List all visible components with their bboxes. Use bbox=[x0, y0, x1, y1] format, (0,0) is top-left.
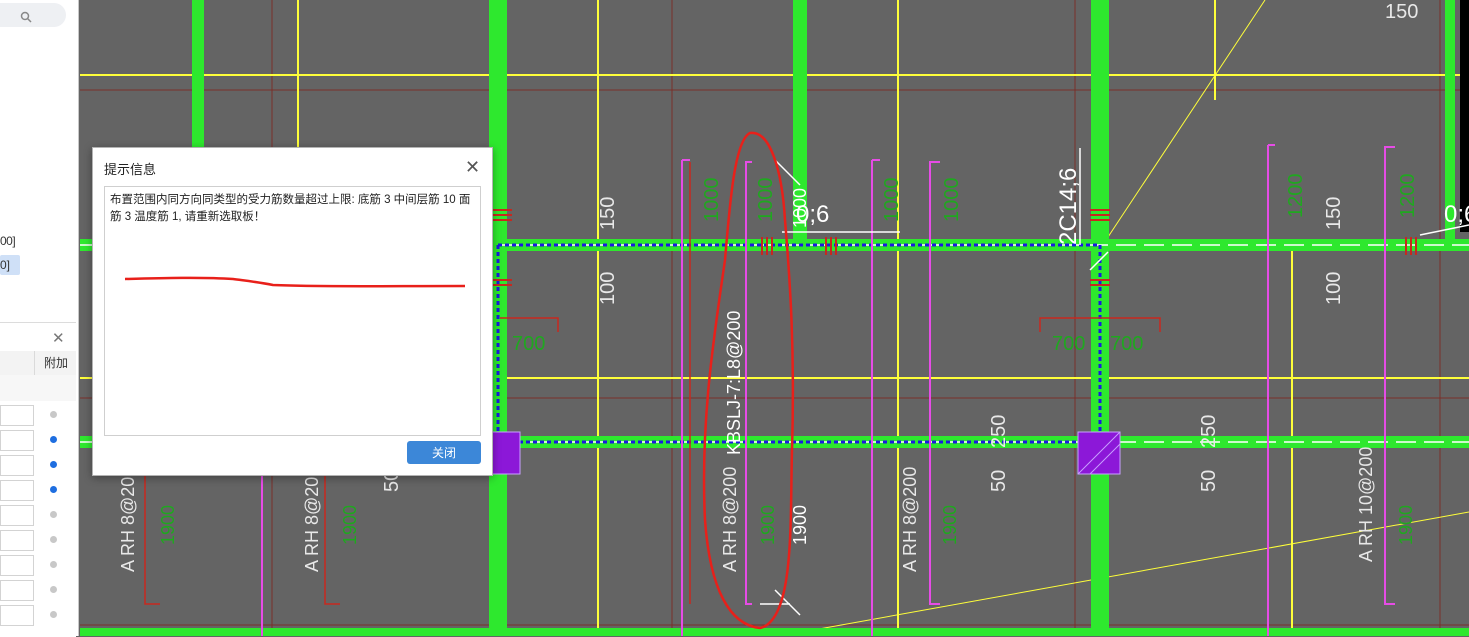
dim-green-1200: 1200 bbox=[1397, 174, 1419, 219]
dim-700: 700 bbox=[1110, 333, 1143, 355]
tree-item-label[interactable]: 00] bbox=[0, 234, 16, 248]
dim-700: 700 bbox=[512, 333, 545, 355]
property-row bbox=[0, 603, 76, 628]
property-table-header: 附加 bbox=[0, 351, 76, 376]
rebar-label: 2C14;6 bbox=[1055, 168, 1082, 245]
property-value-field[interactable] bbox=[0, 505, 34, 526]
dim-green-1200: 1200 bbox=[1285, 174, 1307, 219]
addon-radio[interactable] bbox=[50, 411, 57, 418]
property-value-field[interactable] bbox=[0, 555, 34, 576]
property-table-subheader bbox=[0, 375, 76, 401]
bar-label: A RH 8@200 bbox=[302, 467, 322, 572]
dim-150: 150 bbox=[1323, 197, 1345, 230]
rebar-label: 0;6 bbox=[1444, 201, 1469, 228]
property-row bbox=[0, 528, 76, 553]
dim-green-1000: 1000 bbox=[755, 178, 777, 223]
dim-700: 700 bbox=[1052, 333, 1085, 355]
property-row bbox=[0, 578, 76, 603]
close-button[interactable]: 关闭 bbox=[407, 441, 481, 464]
tree-item-selected[interactable]: 0] bbox=[0, 255, 20, 275]
property-row bbox=[0, 553, 76, 578]
bar-label: A RH 10@200 bbox=[1356, 447, 1376, 562]
dim-1900: 1900 bbox=[758, 505, 778, 545]
addon-radio[interactable] bbox=[50, 586, 57, 593]
dim-50: 50 bbox=[1198, 470, 1220, 492]
addon-radio[interactable] bbox=[50, 436, 57, 443]
dim-1900: 1900 bbox=[790, 505, 810, 545]
property-value-field[interactable] bbox=[0, 455, 34, 476]
dim-green-1000: 1000 bbox=[701, 178, 723, 223]
column-header-addon: 附加 bbox=[34, 351, 77, 375]
dialog-title: 提示信息 bbox=[104, 162, 157, 177]
message-dialog: 提示信息 ✕ 布置范围内同方向同类型的受力筋数量超过上限: 底筋 3 中间层筋 … bbox=[92, 147, 493, 476]
search-box[interactable] bbox=[0, 3, 66, 27]
rebar-label: 0;6 bbox=[796, 201, 829, 228]
red-underline-annotation bbox=[124, 276, 466, 288]
dim-1900: 1900 bbox=[1396, 505, 1416, 545]
dim-100: 100 bbox=[597, 272, 619, 305]
addon-radio[interactable] bbox=[50, 461, 57, 468]
slab-label: KBSLJ-7:L8@200 bbox=[724, 311, 744, 455]
dim-50: 50 bbox=[988, 470, 1010, 492]
dialog-message-box: 布置范围内同方向同类型的受力筋数量超过上限: 底筋 3 中间层筋 10 面筋 3… bbox=[104, 186, 481, 436]
property-row bbox=[0, 428, 76, 453]
dim-250: 250 bbox=[988, 415, 1010, 448]
black-edge-strip bbox=[1460, 0, 1469, 232]
bar-label: A RH 8@200 bbox=[720, 467, 740, 572]
dim-100: 100 bbox=[1323, 272, 1345, 305]
bar-label: A RH 8@200 bbox=[118, 467, 138, 572]
close-icon[interactable]: ✕ bbox=[52, 329, 65, 347]
search-icon[interactable] bbox=[20, 11, 32, 23]
dim-150-top: 150 bbox=[1385, 1, 1418, 23]
bar-label: A RH 8@200 bbox=[900, 467, 920, 572]
dim-150: 150 bbox=[597, 197, 619, 230]
dim-green-1000: 1000 bbox=[941, 178, 963, 223]
property-value-field[interactable] bbox=[0, 530, 34, 551]
dim-250: 250 bbox=[1198, 415, 1220, 448]
property-row bbox=[0, 503, 76, 528]
property-value-field[interactable] bbox=[0, 405, 34, 426]
property-value-field[interactable] bbox=[0, 605, 34, 626]
dim-1900: 1900 bbox=[940, 505, 960, 545]
property-row bbox=[0, 403, 76, 428]
close-icon[interactable]: ✕ bbox=[465, 157, 480, 178]
property-value-field[interactable] bbox=[0, 480, 34, 501]
property-value-field[interactable] bbox=[0, 580, 34, 601]
addon-radio[interactable] bbox=[50, 486, 57, 493]
property-row bbox=[0, 453, 76, 478]
property-value-field[interactable] bbox=[0, 430, 34, 451]
dim-green-1000: 1000 bbox=[881, 178, 903, 223]
addon-radio[interactable] bbox=[50, 511, 57, 518]
property-row bbox=[0, 478, 76, 503]
property-panel: ✕ 附加 bbox=[0, 322, 76, 637]
addon-radio[interactable] bbox=[50, 561, 57, 568]
dialog-message: 布置范围内同方向同类型的受力筋数量超过上限: 底筋 3 中间层筋 10 面筋 3… bbox=[110, 194, 471, 223]
addon-radio[interactable] bbox=[50, 536, 57, 543]
addon-radio[interactable] bbox=[50, 611, 57, 618]
dim-1900: 1900 bbox=[340, 505, 360, 545]
dim-1900: 1900 bbox=[158, 505, 178, 545]
left-side-panel: 00] 0] ✕ 附加 bbox=[0, 0, 79, 637]
